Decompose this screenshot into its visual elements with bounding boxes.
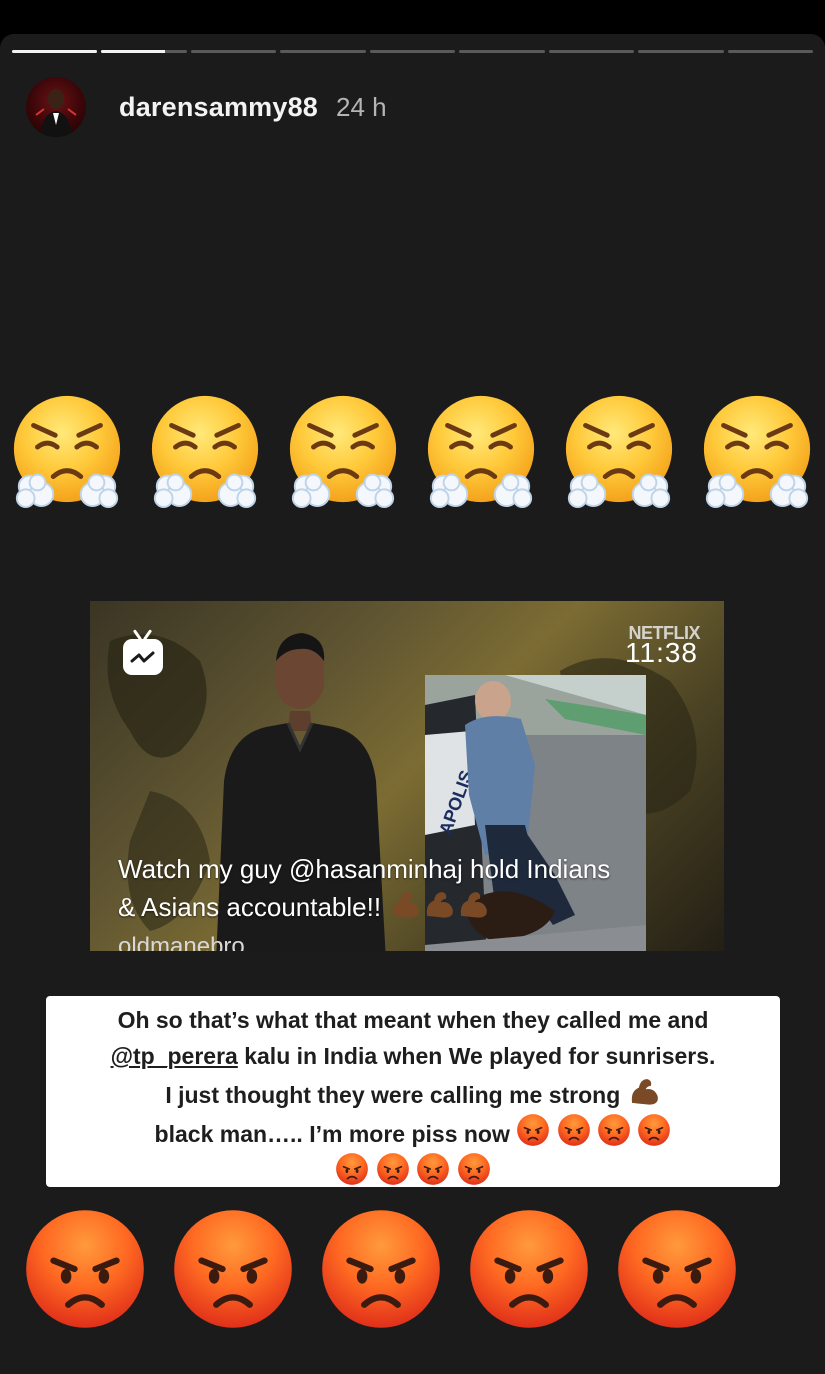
flexed-biceps-icon (422, 887, 456, 921)
caption-line-2: & Asians accountable!! (118, 887, 718, 925)
angry-face-icon (376, 1152, 410, 1186)
note-line-2-text: kalu in India when We played for sunrise… (237, 1043, 716, 1069)
note-line-4-text: black man….. I’m more piss now (154, 1121, 510, 1147)
steam-face-icon (8, 392, 126, 510)
progress-segment (280, 50, 366, 53)
progress-segment (101, 50, 187, 53)
steam-emoji-row (8, 392, 816, 510)
progress-segment (190, 50, 277, 53)
angry-face-icon (457, 1152, 491, 1186)
story-header: darensammy88 24 h (26, 74, 387, 140)
flexed-biceps-icon (388, 887, 422, 921)
video-author-handle[interactable]: oldmanebro (118, 933, 245, 951)
username[interactable]: darensammy88 (119, 92, 318, 123)
shared-video-card[interactable]: APOLIS NETFLIX 11:38 Watch my guy @hasan… (90, 601, 724, 951)
mention-link[interactable]: @tp_perera (111, 1043, 238, 1069)
steam-face-icon (698, 392, 816, 510)
steam-face-icon (146, 392, 264, 510)
angry-face-icon (335, 1152, 369, 1186)
progress-segment (12, 50, 98, 53)
note-line-1: Oh so that’s what that meant when they c… (117, 1007, 709, 1033)
angry-face-icon (170, 1206, 296, 1332)
timestamp: 24 h (336, 91, 387, 122)
steam-face-icon (560, 392, 678, 510)
angry-face-icon (597, 1113, 631, 1147)
angry-emoji-row (22, 1206, 740, 1332)
note-line-5 (56, 1152, 770, 1191)
caption-line-1: Watch my guy @hasanminhaj hold Indians (118, 854, 611, 884)
angry-face-icon (22, 1206, 148, 1332)
angry-face-icon (516, 1113, 550, 1147)
note-line-2: @tp_perera kalu in India when We played … (56, 1038, 770, 1074)
progress-segment (638, 50, 724, 53)
story-text-note: Oh so that’s what that meant when they c… (46, 996, 780, 1187)
story-progress-bar (12, 50, 813, 54)
story-viewer[interactable]: darensammy88 24 h APOLIS NETFLIX 11:38 W… (0, 34, 825, 1374)
angry-face-icon (614, 1206, 740, 1332)
note-line-4: black man….. I’m more piss now (56, 1113, 770, 1152)
progress-segment (548, 50, 635, 53)
steam-face-icon (284, 392, 402, 510)
progress-segment (369, 50, 456, 53)
angry-face-icon (416, 1152, 450, 1186)
video-caption: Watch my guy @hasanminhaj hold Indians &… (118, 851, 718, 925)
note-line-3-text: I just thought they were calling me stro… (165, 1082, 621, 1108)
flexed-biceps-icon (456, 887, 490, 921)
flexed-biceps-icon (627, 1074, 661, 1108)
avatar[interactable] (26, 77, 86, 137)
igtv-icon[interactable] (123, 639, 163, 675)
caption-line-2-text: & Asians accountable!! (118, 892, 382, 922)
progress-segment (459, 50, 545, 53)
angry-face-icon (557, 1113, 591, 1147)
angry-face-icon (318, 1206, 444, 1332)
steam-face-icon (422, 392, 540, 510)
angry-face-icon (637, 1113, 671, 1147)
angry-face-icon (466, 1206, 592, 1332)
note-line-3: I just thought they were calling me stro… (56, 1074, 770, 1113)
video-duration: 11:38 (625, 637, 698, 668)
progress-segment (727, 50, 813, 53)
